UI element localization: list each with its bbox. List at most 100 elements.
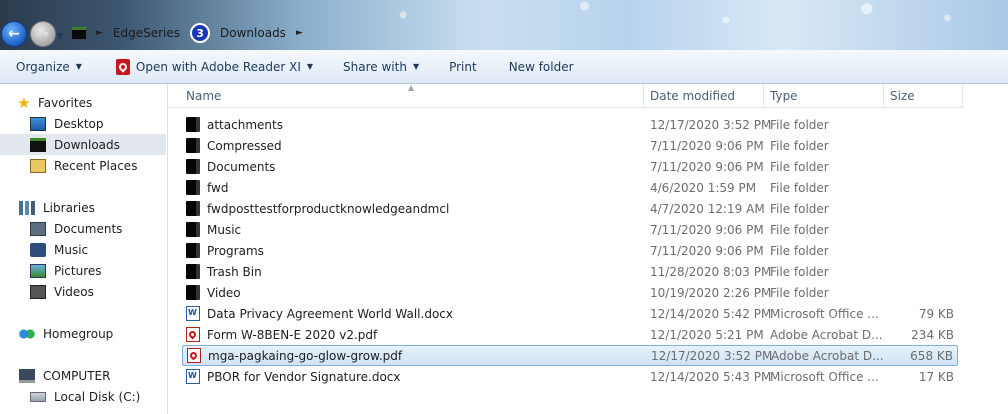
file-name: Music [207,222,242,237]
file-type: Adobe Acrobat D... [771,348,884,363]
file-name-cell[interactable]: attachments [186,117,283,132]
file-name: Compressed [207,138,282,153]
downloads-folder-icon [30,137,46,152]
file-row[interactable]: Compressed 7/11/2020 9:06 PM File folder [182,135,958,156]
file-date: 7/11/2020 9:06 PM [650,159,764,174]
computer-icon [19,368,35,383]
folder-icon [186,264,200,279]
file-row[interactable]: Programs 7/11/2020 9:06 PM File folder [182,240,958,261]
forward-button[interactable]: → [30,21,56,47]
nav-libraries[interactable]: Libraries [0,197,166,218]
nav-pictures[interactable]: Pictures [0,260,166,281]
nav-desktop[interactable]: Desktop [0,113,166,134]
file-name: Data Privacy Agreement World Wall.docx [207,306,453,321]
column-header-date[interactable]: Date modified [644,84,764,107]
navigation-pane: ★ Favorites Desktop Downloads Recent Pla… [0,84,168,414]
nav-downloads[interactable]: Downloads [0,134,166,155]
breadcrumb-downloads[interactable]: Downloads [220,26,286,40]
nav-local-disk[interactable]: Local Disk (C:) [0,386,166,407]
file-name: fwdposttestforproductknowledgeandmcl [207,201,450,216]
file-row[interactable]: mga-pagkaing-go-glow-grow.pdf 12/17/2020 … [182,345,958,366]
file-name: attachments [207,117,283,132]
new-folder-button[interactable]: New folder [501,53,582,81]
file-name-cell[interactable]: Form W-8BEN-E 2020 v2.pdf [186,327,377,342]
local-disk-icon [30,391,46,402]
nav-favorites-label: Favorites [38,95,93,110]
share-with-button[interactable]: Share with ▼ [335,53,427,81]
homegroup-icon [19,326,35,341]
file-name: mga-pagkaing-go-glow-grow.pdf [208,348,403,363]
file-name-cell[interactable]: Compressed [186,138,282,153]
file-type: File folder [770,243,829,258]
file-row[interactable]: Trash Bin 11/28/2020 8:03 PM File folder [182,261,958,282]
file-type: Microsoft Office ... [770,369,879,384]
file-row[interactable]: Form W-8BEN-E 2020 v2.pdf 12/1/2020 5:21 … [182,324,958,345]
file-name-cell[interactable]: Music [186,222,241,237]
file-date: 12/1/2020 5:21 PM [650,327,764,342]
column-header-name[interactable]: Name [180,84,644,107]
organize-button[interactable]: Organize ▼ [8,53,90,81]
nav-music-label: Music [54,242,89,257]
file-date: 4/6/2020 1:59 PM [650,180,757,195]
file-row[interactable]: Data Privacy Agreement World Wall.docx 12… [182,303,958,324]
file-name-cell[interactable]: Trash Bin [186,264,262,279]
nav-pictures-label: Pictures [54,263,102,278]
file-size: 658 KB [910,348,953,363]
recent-places-icon [30,158,46,173]
chevron-right-icon[interactable]: ► [296,28,303,38]
file-name-cell[interactable]: Documents [186,159,275,174]
file-name: fwd [207,180,229,195]
nav-homegroup[interactable]: Homegroup [0,323,166,344]
breadcrumb-edgeseries[interactable]: EdgeSeries [113,26,180,40]
file-name-cell[interactable]: fwd [186,180,228,195]
column-header-type[interactable]: Type [764,84,884,107]
file-name: Trash Bin [207,264,262,279]
organize-label: Organize [16,59,70,74]
nav-computer-label: COMPUTER [43,368,111,383]
nav-computer[interactable]: COMPUTER [0,365,166,386]
adobe-reader-icon [115,58,130,75]
chevron-down-icon[interactable]: ▼ [307,62,313,71]
nav-desktop-label: Desktop [54,116,104,131]
file-name: Documents [207,159,276,174]
file-name-cell[interactable]: Programs [186,243,264,258]
file-date: 4/7/2020 12:19 AM [650,201,765,216]
column-header-size[interactable]: Size [884,84,963,107]
file-type: File folder [770,159,829,174]
file-row[interactable]: Video 10/19/2020 2:26 PM File folder [182,282,958,303]
folder-icon [186,159,200,174]
nav-documents-label: Documents [54,221,123,236]
file-name-cell[interactable]: Data Privacy Agreement World Wall.docx [186,306,453,321]
open-with-adobe-button[interactable]: Open with Adobe Reader XI ▼ [108,53,321,81]
file-type: Microsoft Office ... [770,306,879,321]
pdf-doc-icon [186,327,200,342]
back-button[interactable]: ← [1,21,27,47]
recent-pages-dropdown-icon[interactable]: ▼ [57,31,63,40]
file-name-cell[interactable]: mga-pagkaing-go-glow-grow.pdf [187,348,402,363]
file-name-cell[interactable]: PBOR for Vendor Signature.docx [186,369,401,384]
pdf-doc-icon [187,348,201,363]
file-row[interactable]: fwdposttestforproductknowledgeandmcl 4/7/… [182,198,958,219]
nav-videos[interactable]: Videos [0,281,166,302]
file-name: Video [207,285,241,300]
file-row[interactable]: Documents 7/11/2020 9:06 PM File folder [182,156,958,177]
file-name: Form W-8BEN-E 2020 v2.pdf [207,327,378,342]
file-row[interactable]: Music 7/11/2020 9:06 PM File folder [182,219,958,240]
libraries-icon [19,200,35,215]
pictures-library-icon [30,263,46,278]
file-row[interactable]: PBOR for Vendor Signature.docx 12/14/2020… [182,366,958,387]
nav-music[interactable]: Music [0,239,166,260]
print-button[interactable]: Print [441,53,485,81]
file-row[interactable]: attachments 12/17/2020 3:52 PM File folder [182,114,958,135]
chevron-right-icon[interactable]: ► [96,28,103,38]
file-name-cell[interactable]: fwdposttestforproductknowledgeandmcl [186,201,449,216]
open-with-label: Open with Adobe Reader XI [135,59,301,74]
nav-favorites[interactable]: ★ Favorites [16,92,166,113]
folder-icon [186,243,200,258]
nav-recent-places[interactable]: Recent Places [0,155,166,176]
file-name-cell[interactable]: Video [186,285,241,300]
folder-icon [186,222,200,237]
nav-documents[interactable]: Documents [0,218,166,239]
file-row[interactable]: fwd 4/6/2020 1:59 PM File folder [182,177,958,198]
nav-recent-label: Recent Places [54,158,138,173]
